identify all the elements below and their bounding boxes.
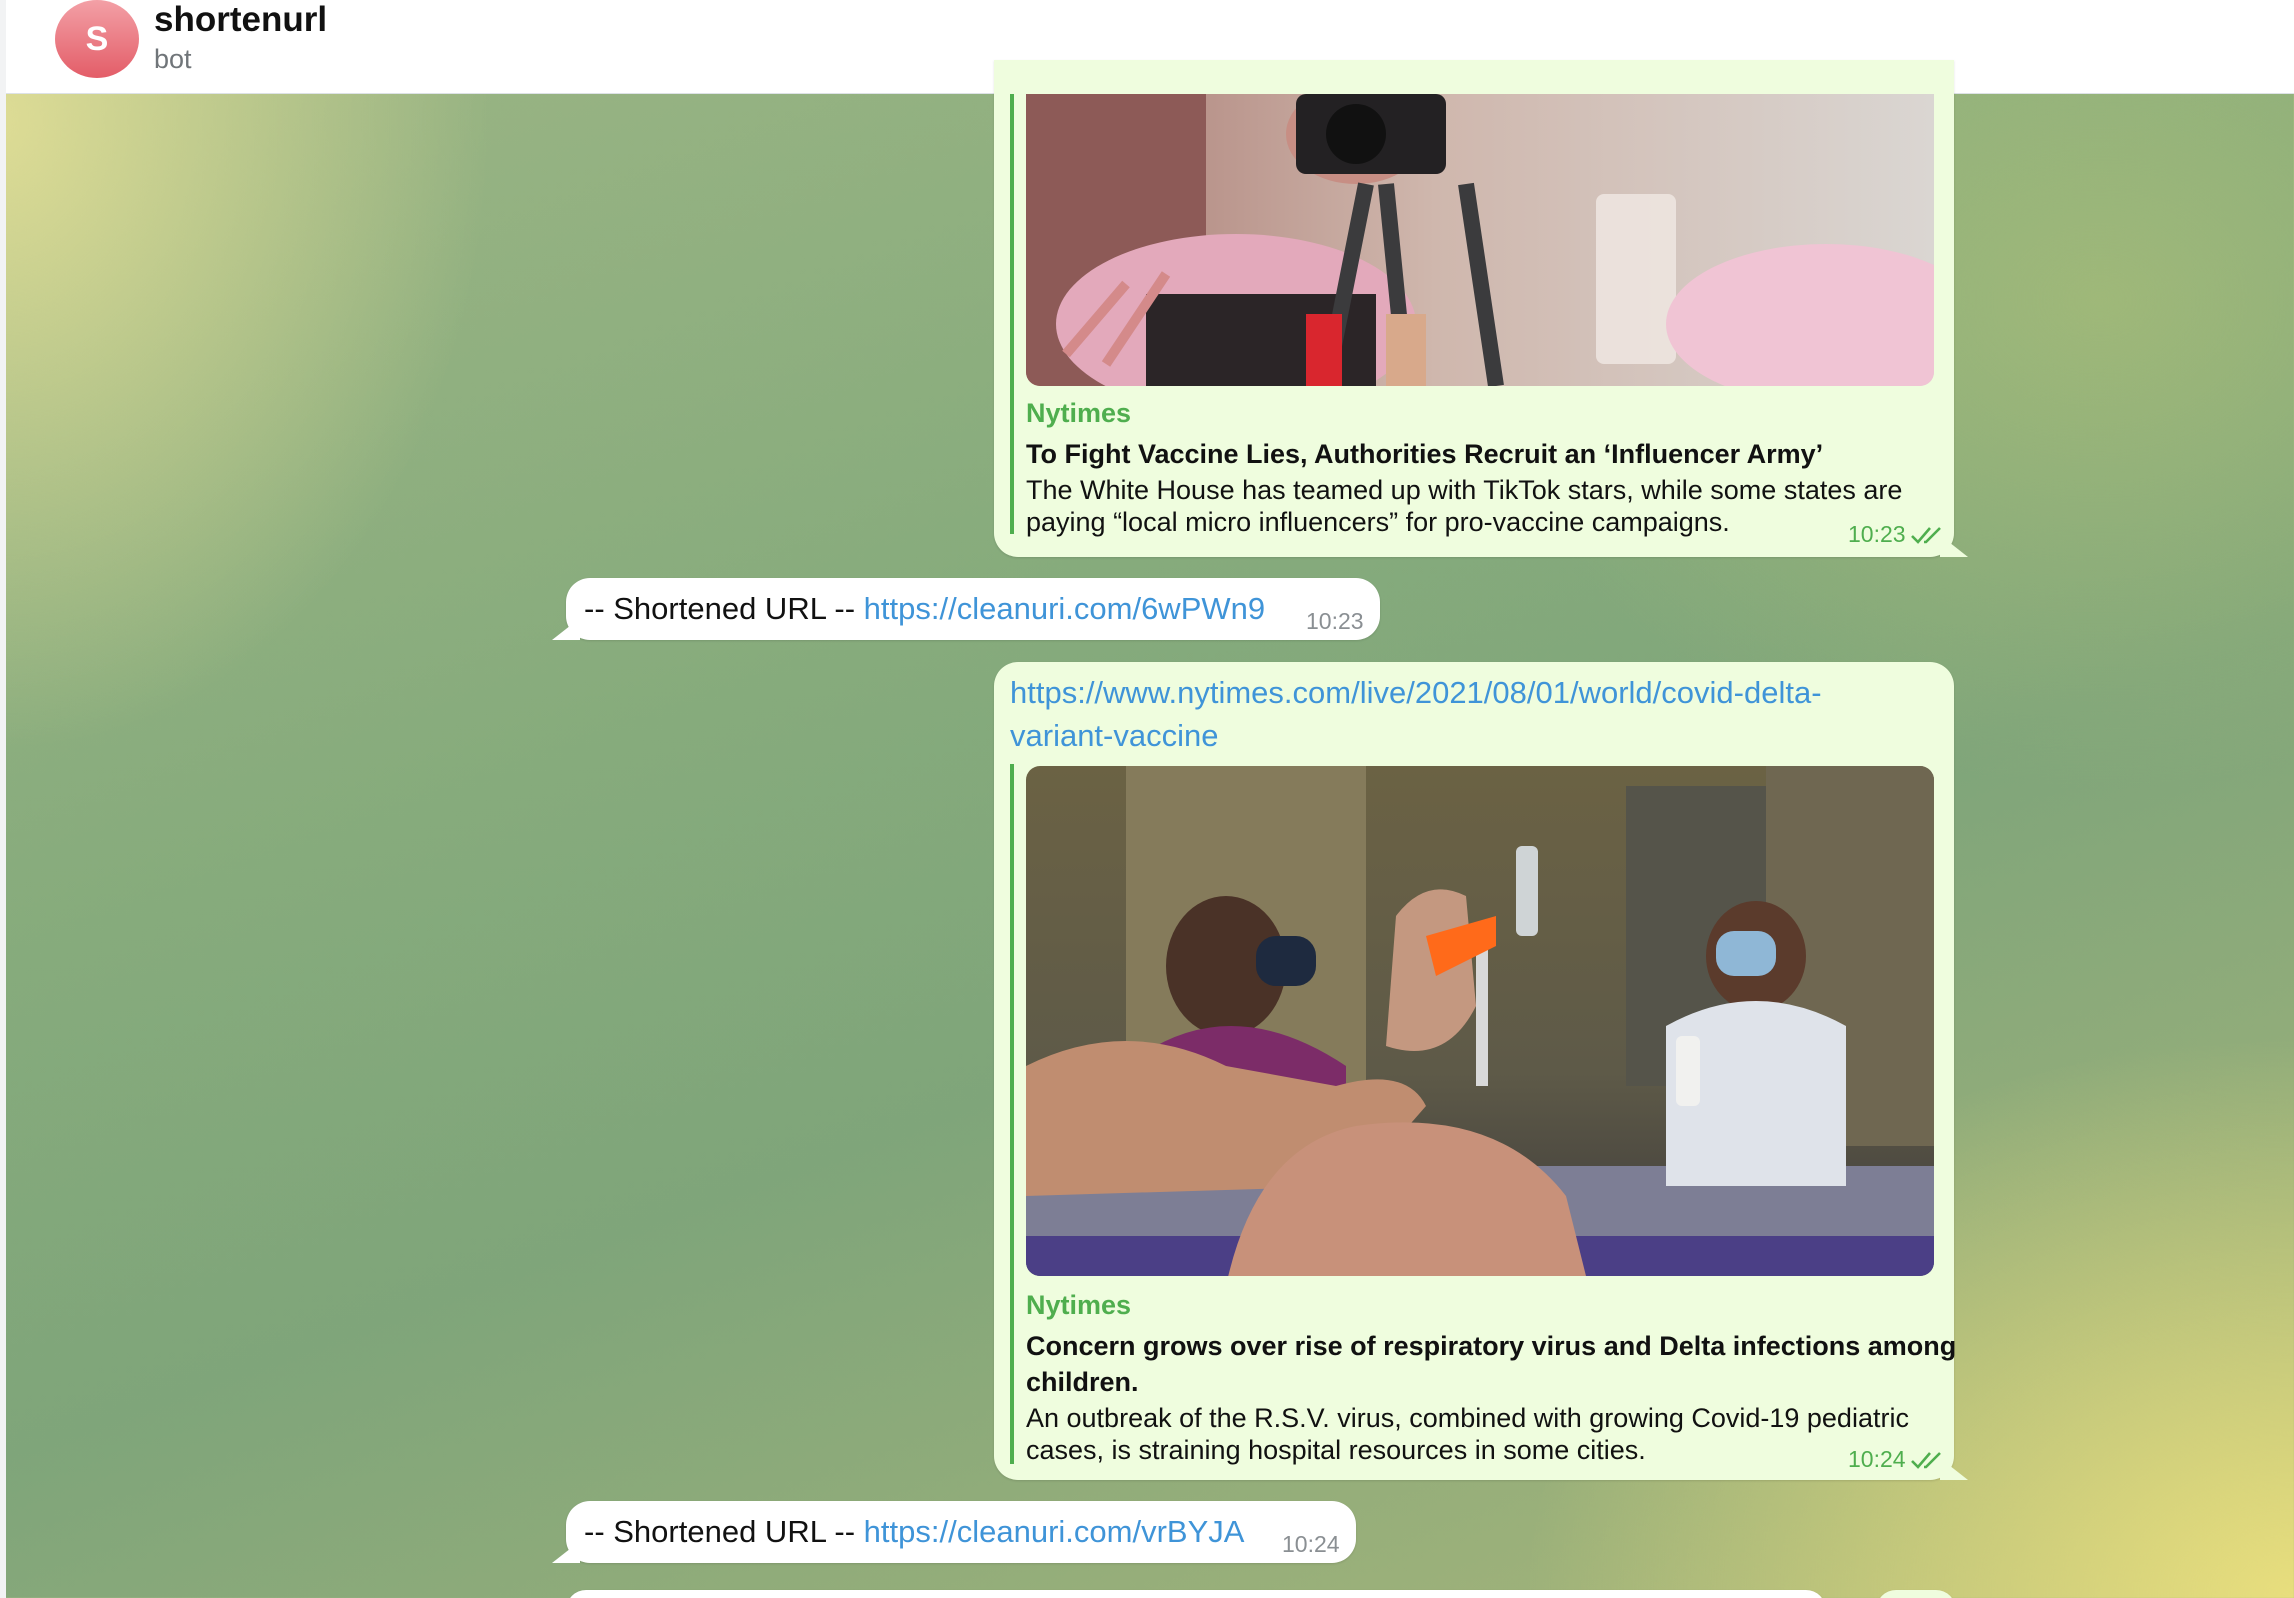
message-bubble-incoming[interactable] xyxy=(566,1590,1826,1598)
vaccine-photo xyxy=(1026,766,1934,1276)
double-check-icon xyxy=(1910,1451,1941,1469)
double-check-icon xyxy=(1910,526,1941,544)
link-preview[interactable]: Nytimes Concern grows over rise of respi… xyxy=(1010,764,1956,1465)
message-bubble-incoming[interactable]: -- Shortened URL -- https://cleanuri.com… xyxy=(552,1501,1356,1563)
avatar[interactable]: S xyxy=(55,0,139,78)
preview-image[interactable] xyxy=(1026,94,1934,386)
message-time: 10:24 xyxy=(1848,1446,1906,1472)
shortened-url-link[interactable]: https://cleanuri.com/vrBYJA xyxy=(864,1514,1245,1549)
bubble-tail xyxy=(552,1541,580,1563)
bubble-tail xyxy=(552,618,580,640)
message-bubble-outgoing[interactable]: Nytimes To Fight Vaccine Lies, Authoriti… xyxy=(994,60,1968,557)
preview-site-name: Nytimes xyxy=(1026,398,1132,428)
preview-title: Concern grows over rise of respiratory v… xyxy=(1026,1331,1957,1361)
message-text: -- Shortened URL -- https://cleanuri.com… xyxy=(584,588,1265,630)
message-bubble-outgoing[interactable] xyxy=(1876,1590,1956,1598)
preview-description: cases, is straining hospital resources i… xyxy=(1026,1435,1646,1465)
message-prefix: -- Shortened URL -- xyxy=(584,591,864,626)
chat-status: bot xyxy=(154,44,192,74)
message-time: 10:23 xyxy=(1848,521,1906,547)
message-bubble-outgoing[interactable]: https://www.nytimes.com/live/2021/08/01/… xyxy=(994,662,1968,1480)
message-time: 10:24 xyxy=(1282,1531,1340,1557)
link-preview[interactable]: Nytimes To Fight Vaccine Lies, Authoriti… xyxy=(1010,94,1950,537)
message-time: 10:23 xyxy=(1306,608,1364,634)
preview-description: The White House has teamed up with TikTo… xyxy=(1026,475,1903,505)
message-meta: 10:23 xyxy=(1848,521,1946,548)
message-bubble-incoming[interactable]: -- Shortened URL -- https://cleanuri.com… xyxy=(552,578,1380,640)
message-text: -- Shortened URL -- https://cleanuri.com… xyxy=(584,1511,1244,1553)
preview-site-name: Nytimes xyxy=(1026,1290,1132,1320)
window-edge xyxy=(0,0,6,1598)
chat-title: shortenurl xyxy=(154,0,328,39)
message-prefix: -- Shortened URL -- xyxy=(584,1514,864,1549)
influencer-photo xyxy=(1026,94,1934,386)
preview-description: An outbreak of the R.S.V. virus, combine… xyxy=(1026,1403,1909,1433)
preview-image[interactable] xyxy=(1026,766,1934,1276)
message-meta: 10:24 xyxy=(1848,1446,1946,1473)
shortened-url-link[interactable]: https://cleanuri.com/6wPWn9 xyxy=(864,591,1265,626)
preview-title: children. xyxy=(1026,1367,1139,1397)
preview-title: To Fight Vaccine Lies, Authorities Recru… xyxy=(1026,439,1824,469)
preview-description: paying “local micro influencers” for pro… xyxy=(1026,507,1730,537)
message-url-link[interactable]: variant-vaccine xyxy=(1010,714,1218,757)
message-url-link[interactable]: https://www.nytimes.com/live/2021/08/01/… xyxy=(1010,671,1822,714)
